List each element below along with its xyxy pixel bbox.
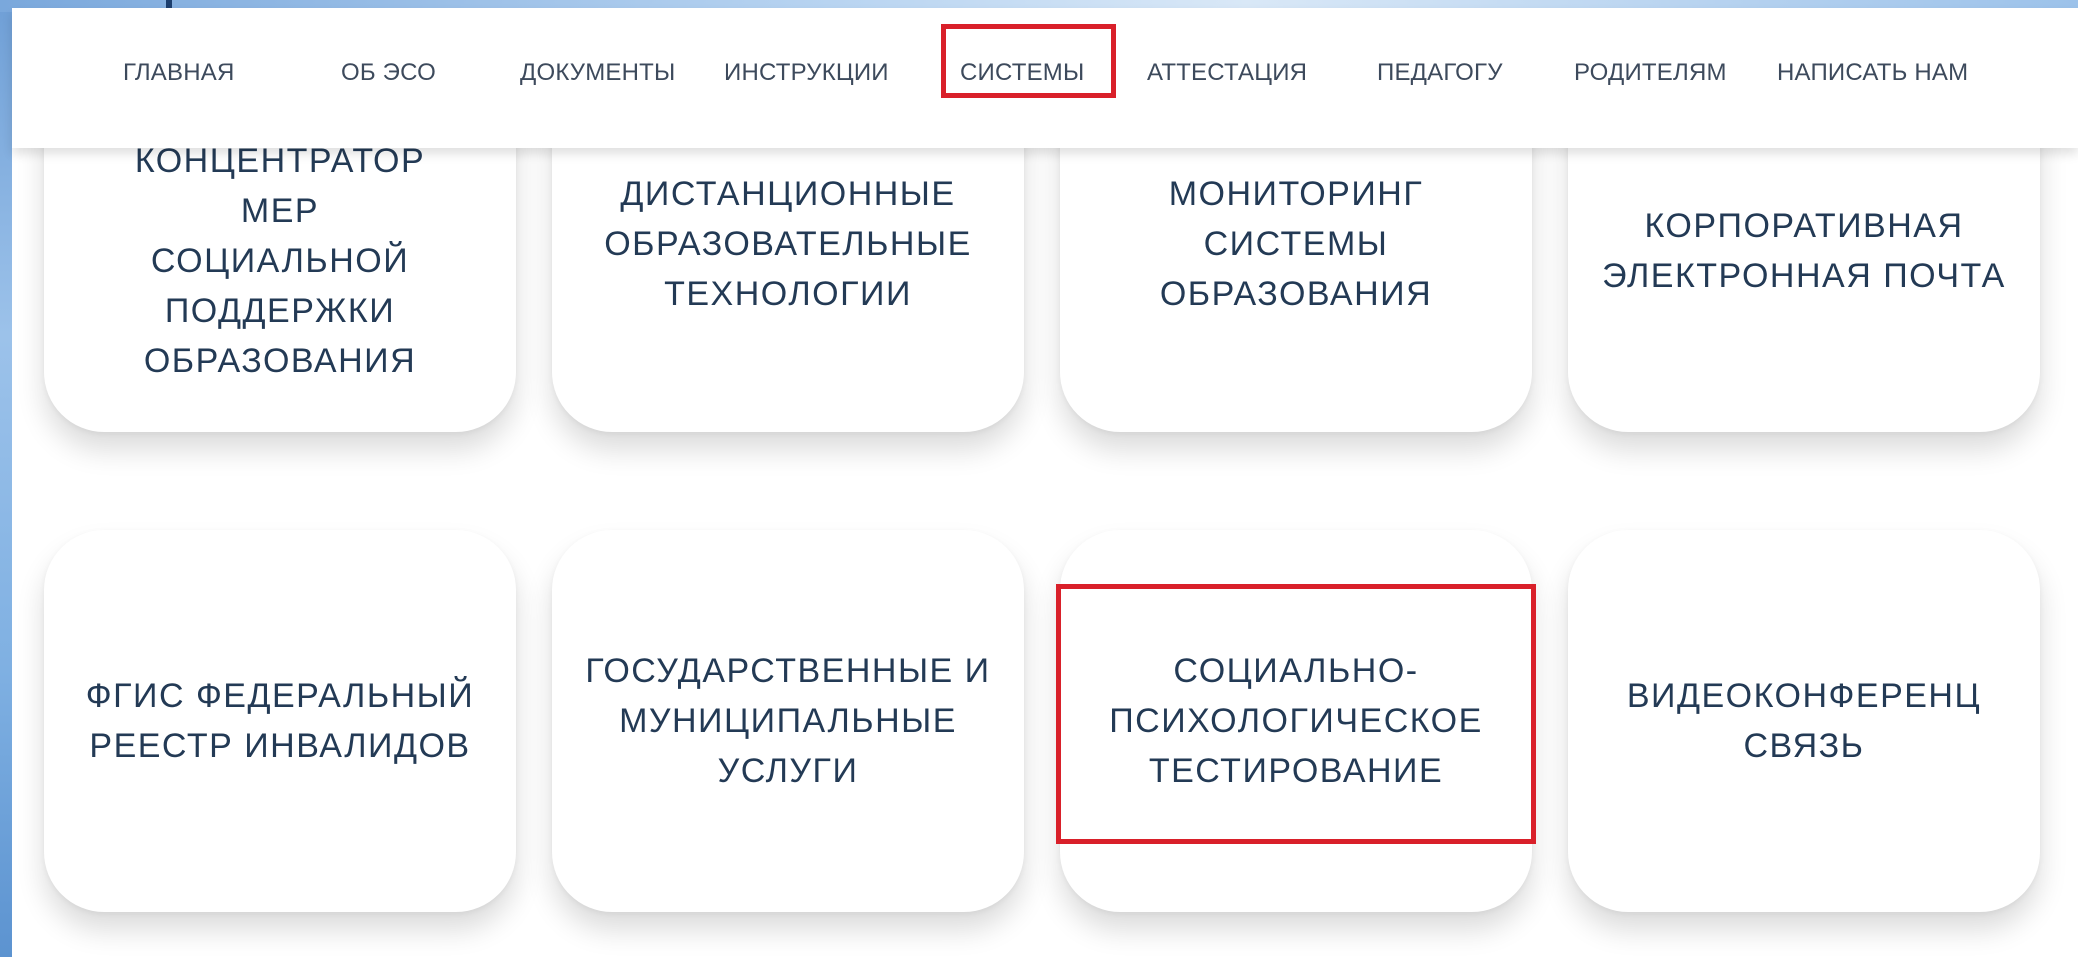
card-title: КОНЦЕНТРАТОР МЕР СОЦИАЛЬНОЙ ПОДДЕРЖКИ ОБ… [134,142,426,380]
nav-item-teachers[interactable]: ПЕДАГОГУ [1377,59,1503,87]
nav-item-instructions[interactable]: ИНСТРУКЦИИ [724,59,889,87]
card-highlight-frame [1056,584,1536,844]
card-video-conferencing[interactable]: ВИДЕОКОНФЕРЕНЦ СВЯЗЬ [1568,530,2040,912]
card-disability-registry[interactable]: ФГИС ФЕДЕРАЛЬНЫЙ РЕЕСТР ИНВАЛИДОВ [44,530,516,912]
nav-item-about[interactable]: ОБ ЭСО [341,59,436,87]
nav-item-documents[interactable]: ДОКУМЕНТЫ [520,59,675,87]
card-title: ДИСТАНЦИОННЫЕ ОБРАЗОВАТЕЛЬНЫЕ ТЕХНОЛОГИИ [604,174,972,313]
nav-highlight-frame [941,24,1116,98]
nav-item-contact[interactable]: НАПИСАТЬ НАМ [1777,59,1968,87]
card-title: ГОСУДАРСТВЕННЫЕ И МУНИЦИПАЛЬНЫЕ УСЛУГИ [585,652,991,790]
card-public-services[interactable]: ГОСУДАРСТВЕННЫЕ И МУНИЦИПАЛЬНЫЕ УСЛУГИ [552,530,1024,912]
nav-item-attestation[interactable]: АТТЕСТАЦИЯ [1147,59,1307,87]
card-title: ФГИС ФЕДЕРАЛЬНЫЙ РЕЕСТР ИНВАЛИДОВ [85,677,475,765]
card-title: ВИДЕОКОНФЕРЕНЦ СВЯЗЬ [1626,677,1982,765]
nav-item-home[interactable]: ГЛАВНАЯ [123,59,235,87]
nav-item-parents[interactable]: РОДИТЕЛЯМ [1574,59,1727,87]
card-title: КОРПОРАТИВНАЯ ЭЛЕКТРОННАЯ ПОЧТА [1602,207,2006,295]
card-title: МОНИТОРИНГ СИСТЕМЫ ОБРАЗОВАНИЯ [1159,174,1433,313]
